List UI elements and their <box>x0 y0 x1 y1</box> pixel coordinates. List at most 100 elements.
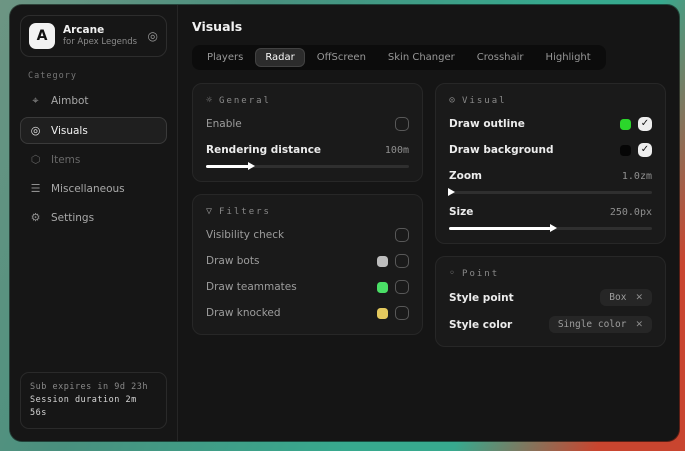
tab-highlight[interactable]: Highlight <box>536 48 601 67</box>
sidebar-nav: ⌖ Aimbot ◎ Visuals ⬡ Items ☰ Miscellaneo… <box>20 87 167 231</box>
brand-text: Arcane for Apex Legends <box>63 24 140 48</box>
session-card: Sub expires in 9d 23h Session duration 2… <box>20 372 167 429</box>
left-column: ☼ General Enable Rendering distance 100m <box>192 83 423 335</box>
tab-radar[interactable]: Radar <box>255 48 304 67</box>
eye-icon: ◎ <box>29 124 42 137</box>
draw-teammates-row: Draw teammates <box>206 279 409 295</box>
content-grid: ☼ General Enable Rendering distance 100m <box>192 83 666 347</box>
draw-knocked-checkbox[interactable] <box>395 306 409 320</box>
grid-icon: ☰ <box>29 182 42 195</box>
draw-background-label: Draw background <box>449 144 554 156</box>
general-panel: ☼ General Enable Rendering distance 100m <box>192 83 423 182</box>
sidebar-item-aimbot[interactable]: ⌖ Aimbot <box>20 87 167 115</box>
style-point-label: Style point <box>449 292 514 304</box>
size-value: 250.0px <box>610 207 652 218</box>
draw-outline-checkbox[interactable]: ✓ <box>638 117 652 131</box>
draw-teammates-label: Draw teammates <box>206 281 297 293</box>
draw-outline-row: Draw outline ✓ <box>449 116 652 132</box>
visibility-check-checkbox[interactable] <box>395 228 409 242</box>
zoom-row: Zoom 1.0zm <box>449 168 652 184</box>
style-point-value: Box <box>609 292 626 303</box>
sidebar-item-label: Visuals <box>51 125 88 137</box>
draw-teammates-color-swatch[interactable] <box>377 282 388 293</box>
session-duration-text: Session duration 2m 56s <box>30 394 157 420</box>
size-label: Size <box>449 206 473 218</box>
draw-bots-color-swatch[interactable] <box>377 256 388 267</box>
sidebar-item-items[interactable]: ⬡ Items <box>20 146 167 173</box>
draw-background-row: Draw background ✓ <box>449 142 652 158</box>
sidebar-item-label: Miscellaneous <box>51 183 125 195</box>
draw-teammates-checkbox[interactable] <box>395 280 409 294</box>
zoom-label: Zoom <box>449 170 482 182</box>
target-icon[interactable]: ◎ <box>148 29 158 43</box>
zoom-slider[interactable] <box>449 191 652 194</box>
tab-crosshair[interactable]: Crosshair <box>467 48 534 67</box>
draw-bots-label: Draw bots <box>206 255 259 267</box>
size-row: Size 250.0px <box>449 204 652 220</box>
sidebar-item-label: Settings <box>51 212 94 224</box>
visibility-check-label: Visibility check <box>206 229 284 241</box>
close-icon[interactable]: ✕ <box>635 293 643 303</box>
point-panel-title: Point <box>462 269 499 279</box>
draw-outline-color-swatch[interactable] <box>620 119 631 130</box>
app-title: Arcane <box>63 24 140 37</box>
sidebar-item-settings[interactable]: ⚙ Settings <box>20 204 167 231</box>
style-point-select[interactable]: Box ✕ <box>600 289 652 306</box>
sidebar-item-label: Items <box>51 154 80 166</box>
draw-knocked-label: Draw knocked <box>206 307 281 319</box>
style-color-row: Style color Single color ✕ <box>449 316 652 333</box>
style-color-value: Single color <box>558 319 627 330</box>
style-color-label: Style color <box>449 319 512 331</box>
funnel-icon: ▽ <box>206 206 212 217</box>
gear-icon: ⚙ <box>29 211 42 224</box>
style-color-select[interactable]: Single color ✕ <box>549 316 652 333</box>
sun-icon: ☼ <box>206 95 212 106</box>
draw-background-checkbox[interactable]: ✓ <box>638 143 652 157</box>
sub-expires-text: Sub expires in 9d 23h <box>30 381 157 394</box>
eye-icon: ⊙ <box>449 95 455 106</box>
sidebar-item-visuals[interactable]: ◎ Visuals <box>20 117 167 144</box>
dot-icon: ◦ <box>449 268 455 279</box>
enable-row: Enable <box>206 116 409 132</box>
sidebar: A Arcane for Apex Legends ◎ Category ⌖ A… <box>10 5 178 441</box>
draw-bots-row: Draw bots <box>206 253 409 269</box>
app-logo: A <box>29 23 55 49</box>
rendering-distance-row: Rendering distance 100m <box>206 142 409 158</box>
point-panel-header: ◦ Point <box>449 268 652 279</box>
main-panel: Visuals Players Radar OffScreen Skin Cha… <box>178 5 679 441</box>
draw-knocked-color-swatch[interactable] <box>377 308 388 319</box>
draw-outline-label: Draw outline <box>449 118 525 130</box>
filters-panel-title: Filters <box>219 207 271 217</box>
point-panel: ◦ Point Style point Box ✕ Style color S <box>435 256 666 347</box>
enable-label: Enable <box>206 118 242 130</box>
app-subtitle: for Apex Legends <box>63 37 140 48</box>
size-slider[interactable] <box>449 227 652 230</box>
slider-fill <box>206 165 249 168</box>
tab-skin-changer[interactable]: Skin Changer <box>378 48 465 67</box>
tab-players[interactable]: Players <box>197 48 253 67</box>
filters-panel-header: ▽ Filters <box>206 206 409 217</box>
filters-panel: ▽ Filters Visibility check Draw bots <box>192 194 423 335</box>
tab-bar: Players Radar OffScreen Skin Changer Cro… <box>192 45 606 70</box>
sidebar-item-miscellaneous[interactable]: ☰ Miscellaneous <box>20 175 167 202</box>
draw-knocked-row: Draw knocked <box>206 305 409 321</box>
rendering-distance-label: Rendering distance <box>206 144 321 156</box>
draw-bots-checkbox[interactable] <box>395 254 409 268</box>
general-panel-title: General <box>219 96 271 106</box>
style-point-row: Style point Box ✕ <box>449 289 652 306</box>
draw-background-color-swatch[interactable] <box>620 145 631 156</box>
zoom-value: 1.0zm <box>622 171 652 182</box>
general-panel-header: ☼ General <box>206 95 409 106</box>
brand-card: A Arcane for Apex Legends ◎ <box>20 15 167 57</box>
visual-panel: ⊙ Visual Draw outline ✓ Draw background <box>435 83 666 244</box>
enable-checkbox[interactable] <box>395 117 409 131</box>
app-window: A Arcane for Apex Legends ◎ Category ⌖ A… <box>10 5 679 441</box>
close-icon[interactable]: ✕ <box>635 320 643 330</box>
visibility-check-row: Visibility check <box>206 227 409 243</box>
page-title: Visuals <box>192 19 666 34</box>
rendering-distance-value: 100m <box>385 145 409 156</box>
right-column: ⊙ Visual Draw outline ✓ Draw background <box>435 83 666 347</box>
rendering-distance-slider[interactable] <box>206 165 409 168</box>
tab-offscreen[interactable]: OffScreen <box>307 48 376 67</box>
category-label: Category <box>28 71 167 81</box>
